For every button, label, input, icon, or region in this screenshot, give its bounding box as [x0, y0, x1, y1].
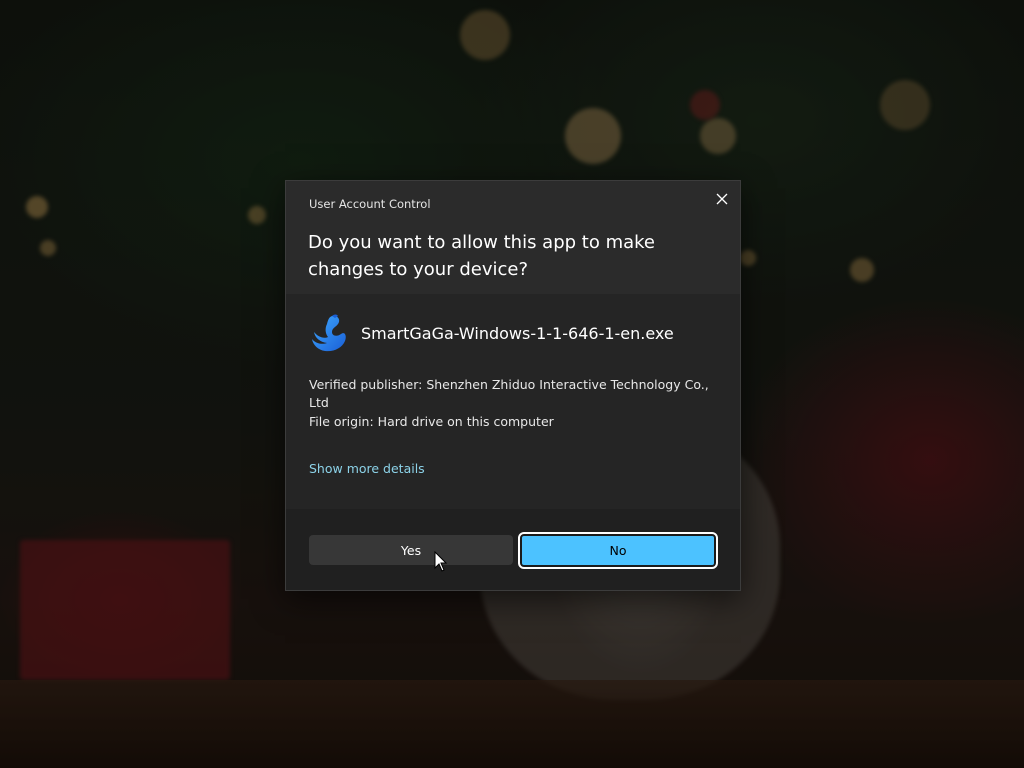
- no-button[interactable]: No: [518, 532, 718, 569]
- uac-details: SmartGaGa-Windows-1-1-646-1-en.exe Verif…: [286, 294, 740, 509]
- mouse-cursor-icon: [434, 551, 448, 572]
- show-more-details-link[interactable]: Show more details: [309, 461, 425, 476]
- close-button[interactable]: [710, 187, 734, 211]
- dialog-question: Do you want to allow this app to make ch…: [308, 232, 655, 280]
- swan-logo-icon: [312, 314, 346, 352]
- file-origin: File origin: Hard drive on this computer: [309, 414, 554, 429]
- app-name: SmartGaGa-Windows-1-1-646-1-en.exe: [361, 324, 674, 343]
- close-icon: [716, 193, 728, 205]
- yes-button[interactable]: Yes: [309, 535, 513, 565]
- uac-header: User Account Control Do you want to allo…: [286, 181, 740, 294]
- uac-dialog: User Account Control Do you want to allo…: [285, 180, 741, 591]
- dialog-caption: User Account Control: [309, 197, 431, 211]
- verified-publisher: Verified publisher: Shenzhen Zhiduo Inte…: [309, 377, 709, 410]
- uac-footer: Yes No: [286, 509, 740, 590]
